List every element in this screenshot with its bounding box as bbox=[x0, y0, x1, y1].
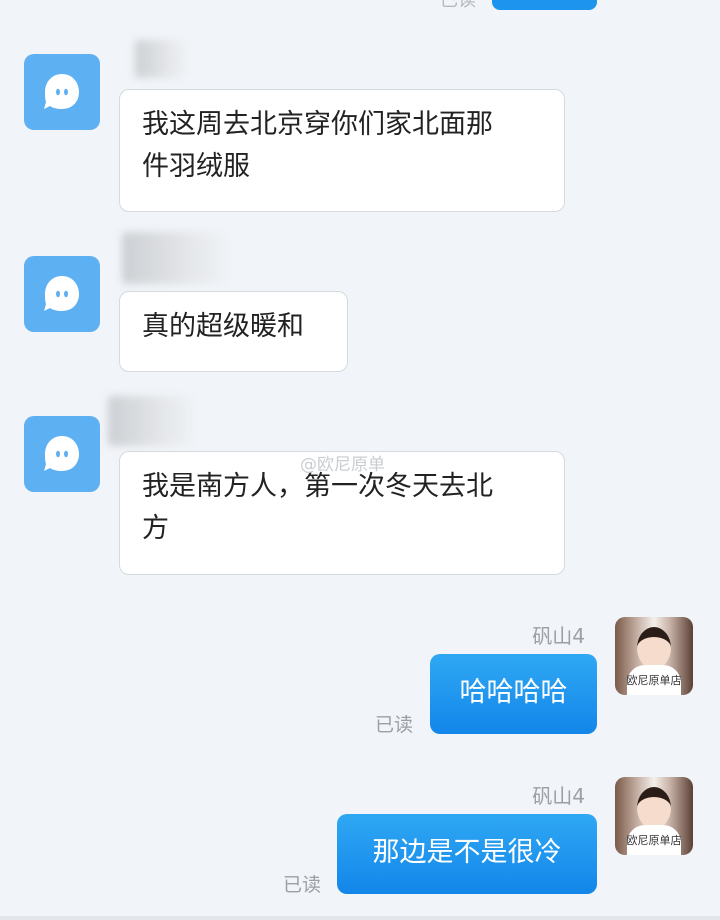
read-status: 已读 bbox=[283, 874, 322, 896]
user-avatar[interactable]: 欧尼原单店 bbox=[615, 777, 693, 855]
contact-avatar[interactable] bbox=[24, 256, 100, 332]
incoming-message-bubble[interactable]: 真的超级暖和 bbox=[119, 291, 348, 372]
avatar-face bbox=[637, 787, 671, 829]
outgoing-message-bubble-partial[interactable] bbox=[492, 0, 597, 10]
outgoing-message-bubble[interactable]: 哈哈哈哈 bbox=[430, 654, 597, 734]
sender-name: 矾山4 bbox=[532, 784, 585, 808]
divider bbox=[0, 916, 720, 920]
read-status: 已读 bbox=[375, 714, 414, 736]
user-avatar[interactable]: 欧尼原单店 bbox=[615, 617, 693, 695]
avatar-face bbox=[637, 627, 671, 669]
chat-bubble-face-icon bbox=[44, 436, 79, 471]
blurred-sender-name bbox=[108, 396, 198, 446]
blurred-sender-name bbox=[135, 40, 190, 78]
sender-name: 矾山4 bbox=[532, 624, 585, 648]
read-status: 已读 bbox=[440, 0, 476, 11]
avatar-caption: 欧尼原单店 bbox=[626, 674, 682, 687]
incoming-message-bubble[interactable]: 我这周去北京穿你们家北面那 件羽绒服 bbox=[119, 89, 565, 212]
watermark: @欧尼原单 bbox=[300, 455, 385, 475]
avatar-caption: 欧尼原单店 bbox=[626, 834, 682, 847]
contact-avatar[interactable] bbox=[24, 54, 100, 130]
contact-avatar[interactable] bbox=[24, 416, 100, 492]
outgoing-message-bubble[interactable]: 那边是不是很冷 bbox=[337, 814, 597, 894]
chat-bubble-face-icon bbox=[44, 74, 79, 109]
chat-bubble-face-icon bbox=[44, 276, 79, 311]
blurred-sender-name bbox=[122, 232, 232, 284]
